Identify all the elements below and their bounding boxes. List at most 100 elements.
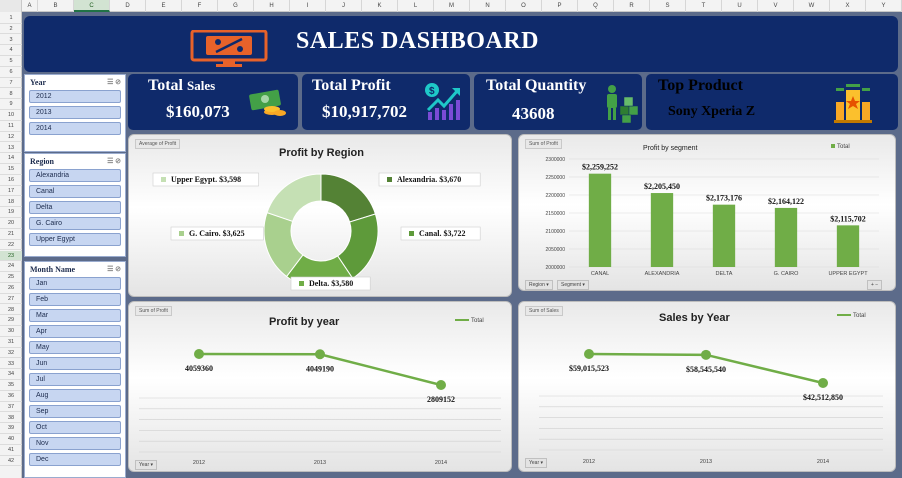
column-header[interactable]: E [146, 0, 182, 12]
row-header[interactable]: 26 [0, 283, 22, 294]
donut-slice[interactable] [320, 173, 377, 223]
data-point[interactable] [818, 378, 828, 388]
row-header[interactable]: 28 [0, 305, 22, 316]
column-header[interactable]: G [218, 0, 254, 12]
row-header[interactable]: 35 [0, 380, 22, 391]
row-header[interactable]: 2 [0, 24, 22, 35]
year-filter-button[interactable]: Year ▾ [525, 458, 548, 468]
slicer-item[interactable]: Canal [29, 185, 121, 198]
row-header[interactable]: 18 [0, 197, 22, 208]
slicer-item[interactable]: Delta [29, 201, 121, 214]
column-header[interactable]: V [758, 0, 794, 12]
profit-by-year-panel[interactable]: Sum of Profit Profit by year Total 40593… [128, 301, 512, 472]
row-header[interactable]: 16 [0, 175, 22, 186]
column-header[interactable]: L [398, 0, 434, 12]
data-point[interactable] [315, 349, 325, 360]
row-header[interactable]: 24 [0, 261, 22, 272]
data-point[interactable] [194, 349, 204, 359]
slicer-item[interactable]: Alexandria [29, 169, 121, 182]
column-header[interactable]: H [254, 0, 290, 12]
column-header[interactable]: D [110, 0, 146, 12]
data-point[interactable] [701, 349, 711, 360]
row-header[interactable]: 23 [0, 250, 22, 262]
row-header[interactable]: 1 [0, 13, 22, 24]
slicer-item[interactable]: Aug [29, 389, 121, 402]
column-header[interactable]: S [650, 0, 686, 12]
slicer-item[interactable]: Sep [29, 405, 121, 418]
row-header[interactable]: 42 [0, 456, 22, 467]
bar[interactable] [650, 193, 674, 267]
row-header[interactable]: 41 [0, 445, 22, 456]
row-header[interactable]: 8 [0, 89, 22, 100]
row-header[interactable]: 27 [0, 294, 22, 305]
row-header[interactable]: 15 [0, 164, 22, 175]
row-header[interactable]: 30 [0, 326, 22, 337]
row-header[interactable]: 17 [0, 186, 22, 197]
multi-select-icon[interactable]: ☰ ⊘ [107, 157, 121, 165]
slicer-item[interactable]: Apr [29, 325, 121, 338]
slicer-item[interactable]: Jul [29, 373, 121, 386]
row-header[interactable]: 33 [0, 359, 22, 370]
row-header[interactable]: 19 [0, 207, 22, 218]
slicer-item[interactable]: 2013 [29, 106, 121, 119]
multi-select-icon[interactable]: ☰ ⊘ [107, 78, 121, 86]
donut-slice[interactable] [266, 173, 322, 222]
row-header[interactable]: 3 [0, 35, 22, 46]
row-header[interactable]: 14 [0, 153, 22, 164]
column-header[interactable]: U [722, 0, 758, 12]
sales-by-year-panel[interactable]: Sum of Sales Sales by Year Total $59,015… [518, 301, 896, 472]
row-header[interactable]: 6 [0, 67, 22, 78]
row-header[interactable]: 34 [0, 369, 22, 380]
slicer-item[interactable]: May [29, 341, 121, 354]
column-header[interactable]: R [614, 0, 650, 12]
row-header[interactable]: 9 [0, 99, 22, 110]
bar[interactable] [774, 207, 798, 267]
slicer-item[interactable]: Oct [29, 421, 121, 434]
bar[interactable] [588, 173, 612, 267]
column-header[interactable]: N [470, 0, 506, 12]
column-header[interactable]: W [794, 0, 830, 12]
column-header[interactable]: M [434, 0, 470, 12]
column-header[interactable]: J [326, 0, 362, 12]
year-filter-button[interactable]: Year ▾ [135, 460, 158, 470]
slicer-item[interactable]: Feb [29, 293, 121, 306]
column-header[interactable]: Y [866, 0, 902, 12]
column-header[interactable]: Q [578, 0, 614, 12]
data-point[interactable] [436, 380, 446, 390]
slicer-item[interactable]: 2014 [29, 122, 121, 135]
column-header[interactable]: I [290, 0, 326, 12]
slicer-item[interactable]: Jun [29, 357, 121, 370]
slicer-item[interactable]: Mar [29, 309, 121, 322]
column-header[interactable]: T [686, 0, 722, 12]
row-header[interactable]: 37 [0, 402, 22, 413]
column-header[interactable]: C [74, 0, 110, 12]
row-header[interactable]: 4 [0, 45, 22, 56]
column-header[interactable]: X [830, 0, 866, 12]
row-header[interactable]: 39 [0, 423, 22, 434]
select-all-corner[interactable] [0, 0, 22, 12]
column-header[interactable]: O [506, 0, 542, 12]
column-header[interactable]: K [362, 0, 398, 12]
row-header[interactable]: 38 [0, 413, 22, 424]
column-header[interactable]: P [542, 0, 578, 12]
row-header[interactable]: 40 [0, 434, 22, 445]
slicer-item[interactable]: G. Cairo [29, 217, 121, 230]
row-header[interactable]: 22 [0, 240, 22, 251]
zoom-controls[interactable]: + − [867, 280, 883, 290]
profit-by-segment-panel[interactable]: Sum of Profit Profit by segment Total 20… [518, 134, 896, 291]
row-header[interactable]: 32 [0, 348, 22, 359]
multi-select-icon[interactable]: ☰ ⊘ [107, 265, 121, 273]
column-header[interactable]: F [182, 0, 218, 12]
column-header[interactable]: B [38, 0, 74, 12]
profit-by-region-panel[interactable]: Average of Profit Profit by Region Alexa… [128, 134, 512, 297]
segment-filter-button[interactable]: Segment ▾ [557, 280, 589, 290]
row-header[interactable]: 13 [0, 143, 22, 154]
row-header[interactable]: 5 [0, 56, 22, 67]
bar[interactable] [836, 225, 860, 267]
row-header[interactable]: 7 [0, 78, 22, 89]
row-header[interactable]: 12 [0, 132, 22, 143]
slicer-item[interactable]: Upper Egypt [29, 233, 121, 246]
bar[interactable] [712, 204, 736, 267]
data-point[interactable] [584, 349, 594, 359]
slicer-item[interactable]: 2012 [29, 90, 121, 103]
